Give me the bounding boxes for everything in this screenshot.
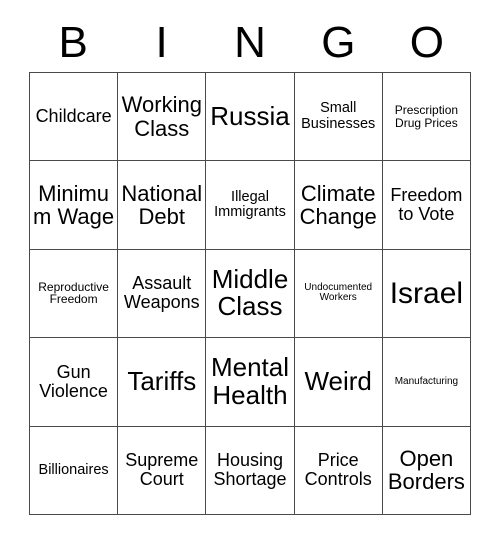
- bingo-header-letter-i: I: [155, 18, 168, 67]
- bingo-grid: Childcare Working Class Russia Small Bus…: [29, 72, 471, 515]
- bingo-cell-r3c5[interactable]: Israel: [382, 249, 471, 339]
- bingo-cell-label: Manufacturing: [394, 375, 459, 387]
- bingo-cell-label: Illegal Immigrants: [214, 188, 286, 221]
- bingo-cell-r5c5[interactable]: Open Borders: [382, 426, 471, 515]
- bingo-cell-r4c1[interactable]: Gun Violence: [30, 338, 119, 427]
- bingo-cell-label: Childcare: [35, 106, 112, 127]
- bingo-cell-label: Prescription Drug Prices: [394, 102, 459, 130]
- bingo-cell-label: Weird: [304, 366, 372, 397]
- bingo-cell-r1c2[interactable]: Working Class: [118, 73, 207, 162]
- bingo-cell-r3c2[interactable]: Assault Weapons: [118, 249, 207, 339]
- bingo-cell-label: Assault Weapons: [123, 273, 200, 313]
- bingo-cell-r1c1[interactable]: Childcare: [30, 73, 119, 162]
- bingo-cell-r2c1[interactable]: Minimum Wage: [30, 161, 119, 250]
- bingo-card: B I N G O Childcare Working Class Russia…: [0, 0, 500, 544]
- bingo-header-letter-g: G: [321, 18, 356, 67]
- bingo-cell-label: Undocumented Workers: [304, 281, 373, 304]
- bingo-cell-r5c2[interactable]: Supreme Court: [118, 426, 207, 515]
- bingo-cell-r3c4[interactable]: Undocumented Workers: [294, 249, 383, 339]
- bingo-cell-label: Supreme Court: [125, 450, 199, 490]
- bingo-cell-r2c3[interactable]: Illegal Immigrants: [206, 161, 295, 250]
- bingo-cell-label: Middle Class: [211, 263, 289, 322]
- bingo-header-row: B I N G O: [29, 14, 471, 72]
- bingo-header-letter-o: O: [409, 18, 444, 67]
- bingo-cell-label: Reproductive Freedom: [38, 279, 109, 307]
- bingo-cell-r4c5[interactable]: Manufacturing: [382, 338, 471, 427]
- bingo-cell-r1c3[interactable]: Russia: [206, 73, 295, 162]
- bingo-cell-label: Small Businesses: [301, 100, 376, 132]
- bingo-cell-r2c4[interactable]: Climate Change: [294, 161, 383, 250]
- bingo-cell-label: Russia: [210, 100, 290, 131]
- bingo-cell-label: Billionaires: [38, 461, 109, 478]
- bingo-cell-label: Open Borders: [387, 445, 465, 495]
- bingo-cell-label: Minimum Wage: [33, 180, 115, 230]
- bingo-cell-r3c3[interactable]: Middle Class: [206, 249, 295, 339]
- bingo-cell-r4c4[interactable]: Weird: [294, 338, 383, 427]
- bingo-cell-label: Tariffs: [127, 366, 197, 397]
- bingo-cell-r5c1[interactable]: Billionaires: [30, 426, 119, 515]
- bingo-cell-label: Israel: [389, 276, 464, 310]
- bingo-cell-label: Price Controls: [304, 450, 372, 490]
- bingo-cell-label: Housing Shortage: [213, 450, 287, 490]
- bingo-cell-r2c5[interactable]: Freedom to Vote: [382, 161, 471, 250]
- bingo-header-letter-b: B: [58, 18, 88, 67]
- bingo-cell-label: Gun Violence: [39, 361, 108, 401]
- bingo-cell-r2c2[interactable]: National Debt: [118, 161, 207, 250]
- bingo-header-letter-n: N: [234, 18, 266, 67]
- bingo-cell-label: Climate Change: [299, 180, 377, 230]
- bingo-cell-label: Mental Health: [210, 352, 290, 410]
- bingo-cell-r4c3[interactable]: Mental Health: [206, 338, 295, 427]
- bingo-cell-label: National Debt: [121, 180, 203, 230]
- bingo-cell-r5c3[interactable]: Housing Shortage: [206, 426, 295, 515]
- bingo-cell-r1c4[interactable]: Small Businesses: [294, 73, 383, 162]
- bingo-cell-label: Freedom to Vote: [390, 185, 463, 225]
- bingo-cell-r1c5[interactable]: Prescription Drug Prices: [382, 73, 471, 162]
- bingo-cell-r5c4[interactable]: Price Controls: [294, 426, 383, 515]
- bingo-cell-label: Working Class: [121, 92, 202, 141]
- bingo-cell-r3c1[interactable]: Reproductive Freedom: [30, 249, 119, 339]
- bingo-cell-r4c2[interactable]: Tariffs: [118, 338, 207, 427]
